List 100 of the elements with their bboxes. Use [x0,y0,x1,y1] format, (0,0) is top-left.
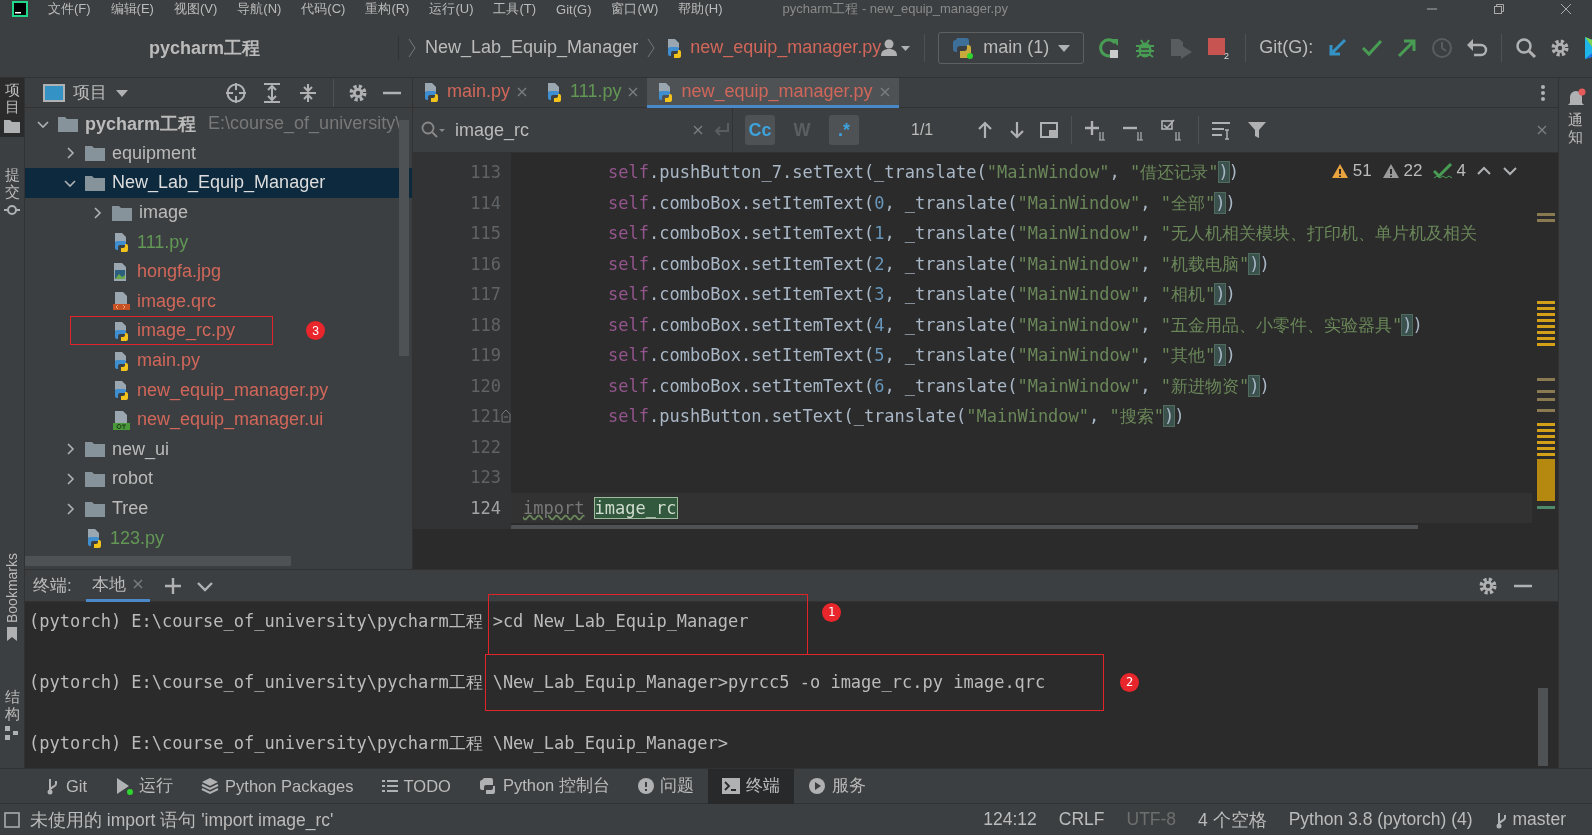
more-icon[interactable] [1540,84,1546,102]
menu-item[interactable]: 编辑(E) [110,0,154,18]
editor-tab[interactable]: main.py [413,78,537,108]
tool-window-button[interactable]: 终端 [707,768,794,804]
file-name: main.py [137,350,201,372]
tree-item[interactable]: image_rc.py 3 [25,316,412,346]
select-all-occurrences-icon[interactable] [1039,120,1060,140]
project-path: E:\course_of_university\ [208,113,401,135]
tree-item[interactable]: pycharm工程 E:\course_of_university\ [25,109,412,139]
search-option-toggle[interactable]: .* [829,115,859,145]
collapse-all-icon[interactable] [297,81,319,104]
breadcrumb[interactable]: pycharm工程 [11,35,399,60]
tool-window-button[interactable]: Python 控制台 [464,768,624,804]
close-icon[interactable] [1560,3,1572,15]
filter-icon[interactable] [1247,120,1268,140]
editor-tab[interactable]: 111.py [536,78,648,108]
fold-marker-icon[interactable] [501,409,511,424]
tool-window-button[interactable]: Git [32,768,102,804]
tool-window-button[interactable]: Python Packages [187,768,368,804]
status-item[interactable]: CRLF [1058,809,1105,830]
restore-icon[interactable] [1493,3,1505,15]
scrollbar[interactable] [399,120,409,356]
tree-item[interactable]: equipment [25,138,412,169]
locate-icon[interactable] [225,81,247,104]
code-line: self.comboBox.setItemText(0, _translate("MainWindow", "全部")) [607,191,1237,215]
close-icon[interactable] [1536,124,1548,136]
python-icon [478,777,497,795]
code-line: self.comboBox.setItemText(5, _translate("MainWindow", "其他")) [607,344,1237,367]
menu-item[interactable]: 导航(N) [237,0,282,18]
expand-all-icon[interactable] [261,81,283,104]
add-icon[interactable] [163,576,182,595]
file-name: new_equip_manager.ui [137,409,324,431]
inspection-count[interactable]: 4 [1456,161,1466,181]
tree-item[interactable]: robot [25,464,412,494]
tool-window-button[interactable]: 服务 [793,768,880,804]
search-option-toggle[interactable]: Cc [745,115,775,145]
tree-item[interactable]: new_equip_manager.ui [25,404,412,435]
tree-item[interactable]: Tree [25,493,412,524]
breadcrumb[interactable]: New_Lab_Equip_Manager [425,37,639,58]
tool-window-button[interactable]: 问题 [623,768,708,804]
terminal-text: \New_Lab_Equip_Manager>pyrcc5 -o image_rc.py image.qrc [492,671,1046,694]
chevron-icon [407,36,417,59]
breadcrumb[interactable]: new_equip_manager.py [664,37,882,58]
status-item[interactable]: 4 个空格 [1198,807,1267,832]
panel-toggle-icon[interactable] [4,811,20,828]
menu-item[interactable]: 代码(C) [301,0,346,18]
menu-item[interactable]: 重构(R) [365,0,410,18]
tree-item[interactable]: main.py [25,345,412,376]
tool-window-button[interactable]: TODO [367,768,465,804]
scrollbar[interactable] [25,556,291,566]
user-icon[interactable] [881,37,912,58]
folder-icon [84,440,106,459]
python-icon [951,35,976,60]
tree-item[interactable]: 123.py [25,523,412,553]
annotation-badge: 3 [306,321,325,341]
search-icon[interactable] [1515,36,1538,59]
close-icon[interactable] [131,578,144,590]
tree-item[interactable]: new_equip_manager.py [25,375,412,405]
settings-icon[interactable] [1550,37,1571,58]
file-name: equipment [112,142,197,164]
search-field[interactable]: image_rc [453,118,684,142]
tree-item[interactable]: New_Lab_Equip_Manager [25,168,412,198]
close-icon[interactable] [627,85,640,98]
tree-item[interactable]: image [25,197,412,228]
run-config-dropdown[interactable]: main (1) [938,31,1085,64]
app-logo-icon [12,1,28,17]
menu-item[interactable]: 窗口(W) [611,0,659,18]
status-item[interactable]: Python 3.8 (pytorch) (4) [1288,809,1473,830]
menu-item[interactable]: 帮助(H) [678,0,723,18]
settings-icon[interactable] [348,82,368,103]
file-name: hongfa.jpg [137,261,222,283]
menu-item[interactable]: 工具(T) [493,0,537,18]
menu-item[interactable]: 视图(V) [173,0,218,18]
warning-icon [1330,163,1349,179]
menu-item[interactable]: Git(G) [556,1,592,17]
scrollbar[interactable] [1538,688,1548,766]
status-item[interactable]: 124:12 [983,809,1037,830]
clear-icon[interactable] [692,124,704,136]
tree-item[interactable]: hongfa.jpg [25,256,412,287]
tool-window-button[interactable]: Bookmarks [0,548,24,645]
close-icon[interactable] [516,85,529,98]
tool-window-button[interactable]: 结构 [0,685,24,744]
tool-window-button[interactable]: 运行 [101,768,188,804]
tool-window-button[interactable]: 提交 [0,163,24,220]
tree-item[interactable]: new_ui [25,434,412,465]
panel-title-dropdown[interactable]: 项目 [43,81,129,104]
tree-item[interactable]: image.qrc [25,286,412,317]
inspection-count[interactable]: 51 [1352,161,1372,181]
weak-warning-icon [1381,163,1400,179]
settings-icon[interactable] [1478,575,1498,596]
file-name: new_equip_manager.py [137,379,329,401]
git-branch-widget[interactable]: master [1494,809,1592,830]
terminal-tab[interactable]: 本地 [85,570,150,602]
menu-item[interactable]: 运行(U) [429,0,474,18]
tree-item[interactable]: 111.py [25,227,412,257]
notifications-button[interactable]: 通知 [1563,84,1588,149]
menu-item[interactable]: 文件(F) [48,0,91,18]
inspection-count[interactable]: 22 [1403,161,1423,181]
tool-window-button[interactable]: 项目 [0,78,24,137]
window-title: pycharm工程 - new_equip_manager.py [782,0,1008,18]
